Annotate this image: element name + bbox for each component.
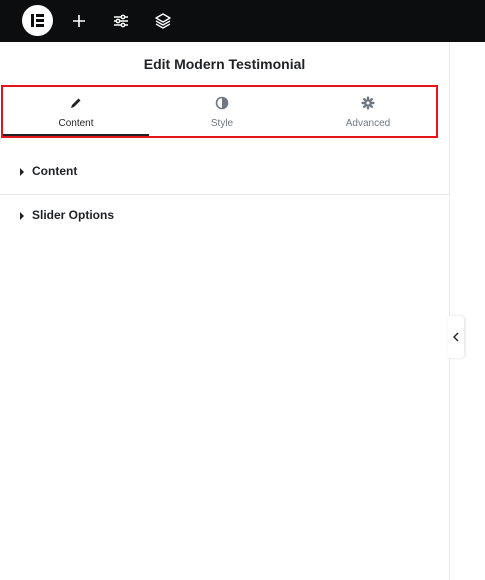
caret-right-icon: [20, 212, 24, 220]
layers-icon[interactable]: [153, 11, 173, 31]
panel-title: Edit Modern Testimonial: [143, 56, 306, 72]
caret-right-icon: [20, 168, 24, 176]
sliders-icon[interactable]: [111, 11, 131, 31]
preview-area: [449, 42, 485, 580]
tab-content[interactable]: Content: [3, 87, 149, 136]
section-slider-options[interactable]: Slider Options: [0, 194, 449, 238]
elementor-logo-icon[interactable]: [22, 5, 53, 36]
tab-style-label: Style: [210, 118, 234, 129]
pencil-icon: [3, 96, 149, 110]
tab-advanced[interactable]: Advanced: [295, 87, 441, 136]
panel-tabs: Content Style Advanced: [1, 85, 438, 138]
section-content-label: Content: [32, 164, 78, 178]
gear-icon: [295, 96, 441, 110]
plus-icon[interactable]: [69, 11, 89, 31]
section-slider-options-label: Slider Options: [32, 208, 115, 222]
top-bar: [0, 0, 485, 42]
half-circle-icon: [149, 96, 295, 110]
chevron-left-icon: [453, 332, 459, 342]
section-content[interactable]: Content: [0, 150, 449, 194]
tab-content-label: Content: [58, 118, 94, 129]
collapse-panel-button[interactable]: [448, 316, 464, 358]
tab-style[interactable]: Style: [149, 87, 295, 136]
tab-advanced-label: Advanced: [345, 118, 391, 129]
editor-panel: Edit Modern Testimonial Content Style Ad…: [0, 42, 449, 580]
